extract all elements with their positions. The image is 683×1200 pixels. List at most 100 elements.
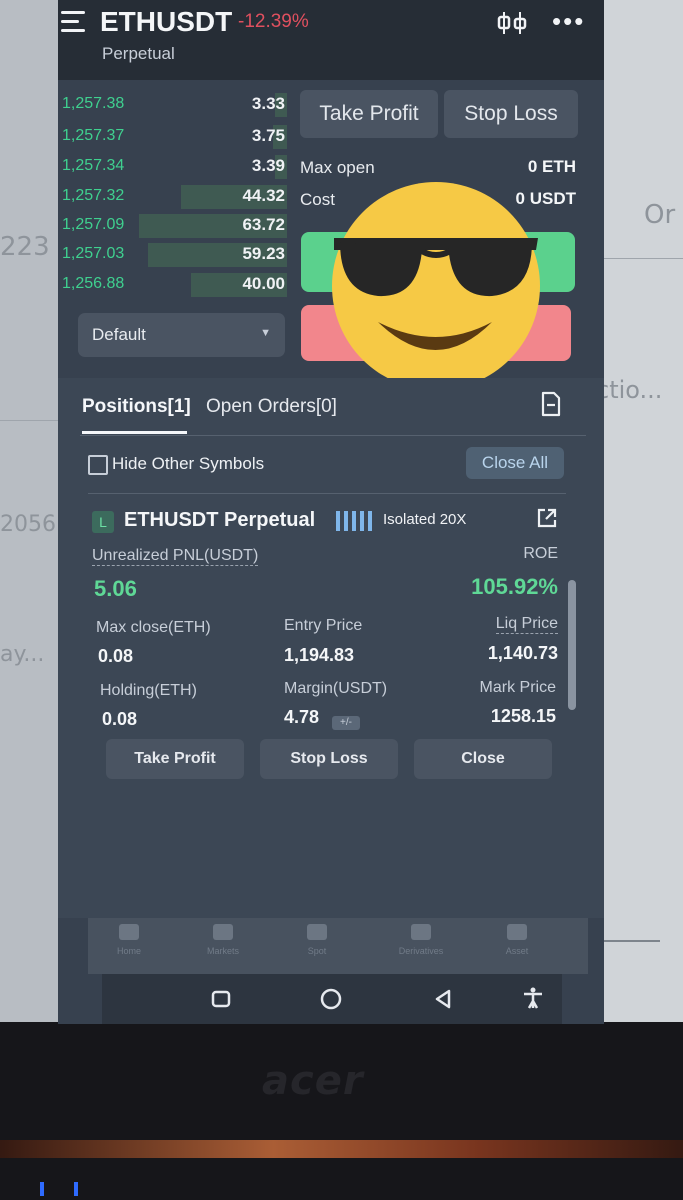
- order-book-row[interactable]: 1,257.09 63.72: [58, 212, 293, 240]
- order-book-row[interactable]: 1,256.88 40.00: [58, 271, 293, 299]
- max-open-value: 0 ETH: [527, 157, 576, 176]
- order-book-row[interactable]: 1,257.38 3.33: [58, 91, 293, 119]
- entry-price-value: 1,194.83: [284, 645, 355, 665]
- long-badge: L: [92, 511, 114, 533]
- position-card: L ETHUSDT Perpetual Isolated 20X Unreali…: [88, 493, 566, 903]
- max-close-label: Max close(ETH): [96, 619, 211, 636]
- margin-value: 4.78: [284, 707, 320, 727]
- take-profit-tab[interactable]: Take Profit: [300, 90, 438, 138]
- max-open-label: Max open: [300, 158, 375, 177]
- chevron-down-icon: ▼: [260, 327, 271, 339]
- hide-other-symbols-label: Hide Other Symbols: [112, 454, 265, 473]
- close-all-button[interactable]: Close All: [466, 447, 564, 479]
- asset-icon: [507, 924, 527, 940]
- more-options-icon[interactable]: •••: [552, 8, 585, 34]
- bid-price: 1,257.38: [62, 95, 125, 112]
- holding-label: Holding(ETH): [100, 682, 197, 699]
- nav-home[interactable]: Home: [84, 924, 174, 956]
- background-text: 2056: [0, 512, 56, 537]
- position-take-profit-button[interactable]: Take Profit: [106, 739, 244, 779]
- stop-loss-tab[interactable]: Stop Loss: [444, 90, 578, 138]
- spot-icon: [307, 924, 327, 940]
- order-book-row[interactable]: 1,257.03 59.23: [58, 241, 293, 269]
- system-navigation-bar: [102, 974, 562, 1024]
- home-icon: [119, 924, 139, 940]
- nav-spot[interactable]: Spot: [272, 924, 362, 956]
- sunglasses-emoji-sticker: [332, 182, 540, 390]
- order-book-row[interactable]: 1,257.32 44.32: [58, 183, 293, 211]
- derivatives-icon: [411, 924, 431, 940]
- tab-positions[interactable]: Positions[1]: [82, 396, 191, 418]
- share-icon[interactable]: [536, 507, 558, 529]
- nav-asset[interactable]: Asset: [472, 924, 562, 956]
- accessibility-icon[interactable]: [518, 984, 548, 1014]
- back-icon[interactable]: [428, 984, 458, 1014]
- max-close-value: 0.08: [98, 646, 134, 666]
- bid-quantity: 59.23: [242, 244, 285, 263]
- candlestick-chart-icon[interactable]: [496, 10, 528, 36]
- order-history-icon[interactable]: [540, 391, 562, 417]
- recent-apps-icon[interactable]: [206, 984, 236, 1014]
- order-book-row[interactable]: 1,257.37 3.75: [58, 123, 293, 151]
- background-text: 223: [0, 232, 50, 262]
- bid-quantity: 44.32: [242, 186, 285, 205]
- nav-markets[interactable]: Markets: [178, 924, 268, 956]
- liq-price-value: 1,140.73: [487, 643, 558, 663]
- app-header: ETHUSDT -12.39% Perpetual •••: [58, 0, 604, 80]
- positions-panel: Positions[1] Open Orders[0] Hide Other S…: [58, 378, 604, 918]
- background-text: ay...: [0, 642, 45, 667]
- unrealized-pnl-label: Unrealized PNL(USDT): [92, 547, 259, 566]
- order-book-row[interactable]: 1,257.34 3.39: [58, 153, 293, 181]
- entry-price-label: Entry Price: [284, 617, 363, 634]
- select-value: Default: [92, 325, 146, 344]
- active-tab-indicator: [82, 431, 187, 434]
- bottom-navigation: Home Markets Spot Derivatives Asset: [88, 918, 588, 974]
- liq-price-label: Liq Price: [495, 615, 558, 634]
- bid-quantity: 40.00: [242, 274, 285, 293]
- scrollbar[interactable]: [568, 580, 576, 710]
- bid-quantity: 3.75: [251, 126, 285, 145]
- keyboard-edge: [0, 1140, 683, 1158]
- indicator-light: [40, 1182, 44, 1196]
- home-button-icon[interactable]: [316, 984, 346, 1014]
- precision-select[interactable]: Default ▼: [78, 313, 285, 357]
- laptop-screen-right: [600, 0, 683, 1030]
- roe-value: 105.92%: [471, 574, 558, 599]
- bid-quantity: 3.33: [251, 94, 285, 113]
- margin-mode: Isolated 20X: [383, 511, 467, 528]
- mark-price-label: Mark Price: [479, 679, 556, 696]
- markets-icon: [213, 924, 233, 940]
- divider: [80, 435, 586, 436]
- margin-label: Margin(USDT): [284, 680, 388, 697]
- tab-open-orders[interactable]: Open Orders[0]: [206, 396, 337, 418]
- unrealized-pnl-value: 5.06: [94, 576, 137, 601]
- holding-value: 0.08: [102, 709, 138, 729]
- bid-price: 1,257.37: [62, 127, 125, 144]
- mark-price-value: 1258.15: [490, 706, 556, 726]
- indicator-light: [74, 1182, 78, 1196]
- divider: [600, 258, 683, 259]
- position-close-button[interactable]: Close: [414, 739, 552, 779]
- hide-other-symbols-checkbox[interactable]: [88, 455, 108, 475]
- bid-price: 1,256.88: [62, 275, 125, 292]
- adjust-margin-button[interactable]: +/-: [332, 716, 360, 730]
- position-stop-loss-button[interactable]: Stop Loss: [260, 739, 398, 779]
- bid-quantity: 3.39: [251, 156, 285, 175]
- roe-label: ROE: [523, 545, 558, 562]
- background-text: ctio...: [596, 376, 663, 404]
- position-title: ETHUSDT Perpetual: [124, 509, 316, 531]
- trading-app-screen: ETHUSDT -12.39% Perpetual ••• 1,257.38 3…: [58, 0, 604, 1024]
- bid-price: 1,257.32: [62, 187, 125, 204]
- nav-derivatives[interactable]: Derivatives: [376, 924, 466, 956]
- bid-price: 1,257.03: [62, 245, 125, 262]
- contract-type: Perpetual: [102, 44, 175, 63]
- bid-price: 1,257.09: [62, 216, 125, 233]
- divider: [600, 940, 660, 942]
- price-change: -12.39%: [238, 11, 309, 32]
- background-text: Or: [644, 200, 676, 230]
- symbol-title[interactable]: ETHUSDT: [100, 6, 232, 38]
- laptop-bezel: [0, 1022, 683, 1200]
- brand-logo: acer: [262, 1058, 364, 1104]
- divider: [88, 493, 566, 494]
- menu-icon[interactable]: [61, 11, 85, 33]
